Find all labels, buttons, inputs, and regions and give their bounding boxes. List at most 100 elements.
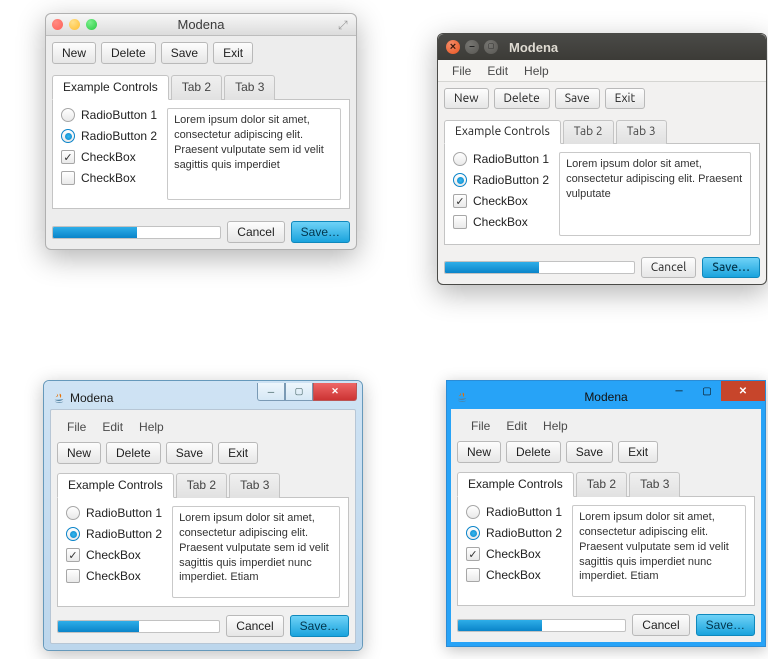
minimize-icon[interactable]: ─ <box>665 381 693 401</box>
menu-file[interactable]: File <box>59 418 94 436</box>
save-button[interactable]: Save… <box>696 614 755 636</box>
footer: Cancel Save… <box>438 251 766 284</box>
save-button[interactable]: Save <box>161 42 208 64</box>
window-win8: Modena ─ ▢ ✕ File Edit Help New Delete S… <box>446 380 766 647</box>
toolbar: New Delete Save Exit <box>46 36 356 70</box>
textarea[interactable]: Lorem ipsum dolor sit amet, consectetur … <box>559 152 751 236</box>
checkbox-2[interactable]: CheckBox <box>61 171 157 185</box>
exit-button[interactable]: Exit <box>218 442 258 464</box>
maximize-icon[interactable] <box>484 40 498 54</box>
minimize-icon[interactable] <box>465 40 479 54</box>
radio-2[interactable]: RadioButton 2 <box>466 526 562 540</box>
tab-2[interactable]: Tab 2 <box>171 75 222 100</box>
checkbox-1-label: CheckBox <box>81 150 136 164</box>
tab-2[interactable]: Tab 2 <box>576 472 627 497</box>
cancel-button[interactable]: Cancel <box>632 614 689 636</box>
cancel-button[interactable]: Cancel <box>227 221 284 243</box>
menu-help[interactable]: Help <box>535 417 576 435</box>
checkbox-2[interactable]: CheckBox <box>66 569 162 583</box>
menu-file[interactable]: File <box>463 417 498 435</box>
checkbox-2[interactable]: CheckBox <box>453 215 549 229</box>
save-button[interactable]: Save <box>166 442 213 464</box>
exit-button[interactable]: Exit <box>605 88 646 109</box>
toolbar: New Delete Save Exit <box>57 438 349 468</box>
save-button[interactable]: Save <box>566 441 613 463</box>
checkbox-1[interactable]: ✓CheckBox <box>453 194 549 208</box>
radio-1[interactable]: RadioButton 1 <box>453 152 549 166</box>
textarea[interactable]: Lorem ipsum dolor sit amet, consectetur … <box>172 506 340 598</box>
tab-3[interactable]: Tab 3 <box>224 75 275 100</box>
delete-button[interactable]: Delete <box>106 442 161 464</box>
new-button[interactable]: New <box>444 88 489 109</box>
menu-edit[interactable]: Edit <box>498 417 535 435</box>
radio-2[interactable]: RadioButton 2 <box>453 173 549 187</box>
tab-example-controls[interactable]: Example Controls <box>457 472 574 497</box>
delete-button[interactable]: Delete <box>101 42 156 64</box>
new-button[interactable]: New <box>57 442 101 464</box>
radio-2[interactable]: RadioButton 2 <box>66 527 162 541</box>
exit-button[interactable]: Exit <box>618 441 658 463</box>
checkbox-1[interactable]: ✓CheckBox <box>61 150 157 164</box>
checkbox-icon <box>453 215 467 229</box>
tab-3[interactable]: Tab 3 <box>229 473 280 498</box>
save-button[interactable]: Save… <box>702 257 760 278</box>
radio-1[interactable]: RadioButton 1 <box>66 506 162 520</box>
save-button[interactable]: Save <box>555 88 600 109</box>
delete-button[interactable]: Delete <box>506 441 561 463</box>
titlebar[interactable]: Modena ─ ▢ ✕ <box>50 387 356 409</box>
close-icon[interactable]: ✕ <box>313 383 357 401</box>
new-button[interactable]: New <box>52 42 96 64</box>
tab-2[interactable]: Tab 2 <box>563 120 614 144</box>
close-icon[interactable]: ✕ <box>721 381 765 401</box>
tabs: Example Controls Tab 2 Tab 3 <box>457 471 755 497</box>
maximize-icon[interactable]: ▢ <box>285 383 313 401</box>
radio-1-label: RadioButton 1 <box>486 505 562 519</box>
save-button[interactable]: Save… <box>290 615 349 637</box>
menu-edit[interactable]: Edit <box>94 418 131 436</box>
checkbox-2[interactable]: CheckBox <box>466 568 562 582</box>
tab-2[interactable]: Tab 2 <box>176 473 227 498</box>
checkbox-1[interactable]: ✓CheckBox <box>66 548 162 562</box>
window-ubuntu: Modena File Edit Help New Delete Save Ex… <box>437 33 767 285</box>
delete-button[interactable]: Delete <box>494 88 550 109</box>
textarea[interactable]: Lorem ipsum dolor sit amet, consectetur … <box>167 108 341 200</box>
tabs: Example Controls Tab 2 Tab 3 <box>444 119 760 144</box>
new-button[interactable]: New <box>457 441 501 463</box>
radio-2[interactable]: RadioButton 2 <box>61 129 157 143</box>
radio-1[interactable]: RadioButton 1 <box>61 108 157 122</box>
tab-3[interactable]: Tab 3 <box>616 120 667 144</box>
textarea[interactable]: Lorem ipsum dolor sit amet, consectetur … <box>572 505 746 597</box>
checkbox-icon <box>466 568 480 582</box>
close-icon[interactable] <box>446 40 460 54</box>
resize-icon[interactable]: ⤢ <box>338 19 350 31</box>
tab-example-controls[interactable]: Example Controls <box>52 75 169 100</box>
tab-example-controls[interactable]: Example Controls <box>57 473 174 498</box>
progress-bar <box>444 261 635 274</box>
menu-help[interactable]: Help <box>516 62 557 80</box>
titlebar[interactable]: Modena ⤢ <box>46 14 356 36</box>
titlebar[interactable]: Modena ─ ▢ ✕ <box>451 385 761 409</box>
tabs: Example Controls Tab 2 Tab 3 <box>52 74 350 100</box>
footer: Cancel Save… <box>46 215 356 249</box>
maximize-icon[interactable]: ▢ <box>693 381 721 401</box>
tab-3[interactable]: Tab 3 <box>629 472 680 497</box>
menu-edit[interactable]: Edit <box>479 62 516 80</box>
tab-example-controls[interactable]: Example Controls <box>444 120 561 144</box>
progress-bar <box>52 226 221 239</box>
menu-help[interactable]: Help <box>131 418 172 436</box>
radio-2-label: RadioButton 2 <box>81 129 157 143</box>
minimize-icon[interactable]: ─ <box>257 383 285 401</box>
radio-1[interactable]: RadioButton 1 <box>466 505 562 519</box>
footer: Cancel Save… <box>457 610 755 636</box>
menu-file[interactable]: File <box>444 62 479 80</box>
radio-icon <box>466 526 480 540</box>
cancel-button[interactable]: Cancel <box>226 615 283 637</box>
exit-button[interactable]: Exit <box>213 42 253 64</box>
cancel-button[interactable]: Cancel <box>641 257 697 278</box>
checkbox-1[interactable]: ✓CheckBox <box>466 547 562 561</box>
titlebar[interactable]: Modena <box>438 34 766 60</box>
save-button[interactable]: Save… <box>291 221 350 243</box>
menubar: File Edit Help <box>438 60 766 82</box>
progress-bar <box>57 620 220 633</box>
checkbox-icon <box>61 171 75 185</box>
